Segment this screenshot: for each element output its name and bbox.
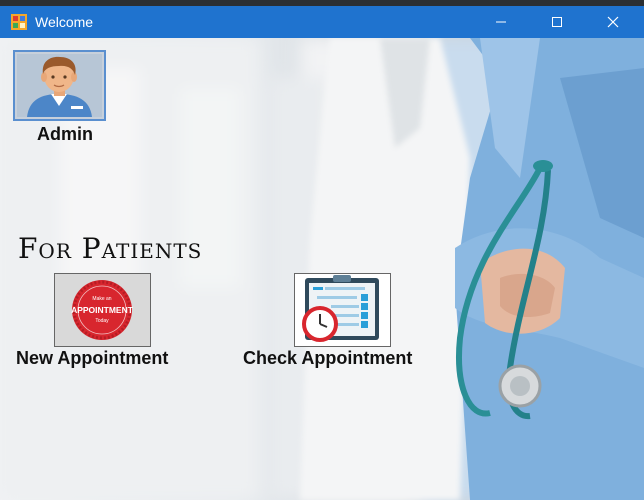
check-appointment-label: Check Appointment — [243, 348, 413, 368]
appointment-badge-icon: Make an APPOINTMENT Today — [55, 274, 150, 346]
check-appointment-tile-button[interactable] — [294, 273, 391, 347]
badge-main-text: APPOINTMENT — [71, 305, 134, 315]
clipboard-clock-icon — [295, 274, 390, 346]
admin-tile-button[interactable] — [13, 50, 106, 121]
admin-avatar-icon — [17, 54, 102, 117]
minimize-button[interactable] — [478, 6, 524, 38]
window-title: Welcome — [35, 14, 94, 30]
maximize-icon — [552, 17, 562, 27]
title-bar[interactable]: Welcome — [0, 6, 644, 38]
badge-bottom-text: Today — [95, 318, 109, 324]
close-button[interactable] — [590, 6, 636, 38]
new-appointment-tile-button[interactable]: Make an APPOINTMENT Today — [54, 273, 151, 347]
badge-top-text: Make an — [92, 296, 111, 302]
close-icon — [607, 16, 619, 28]
admin-label: Admin — [37, 124, 93, 144]
app-icon — [11, 14, 27, 30]
new-appointment-label: New Appointment — [16, 348, 169, 368]
maximize-button[interactable] — [534, 6, 580, 38]
welcome-window: Welcome Admin For Patients Make an APPOI… — [0, 0, 644, 500]
client-area: Admin For Patients Make an APPOINTMENT T… — [0, 38, 644, 500]
for-patients-heading: For Patients — [18, 232, 203, 265]
minimize-icon — [496, 21, 506, 23]
